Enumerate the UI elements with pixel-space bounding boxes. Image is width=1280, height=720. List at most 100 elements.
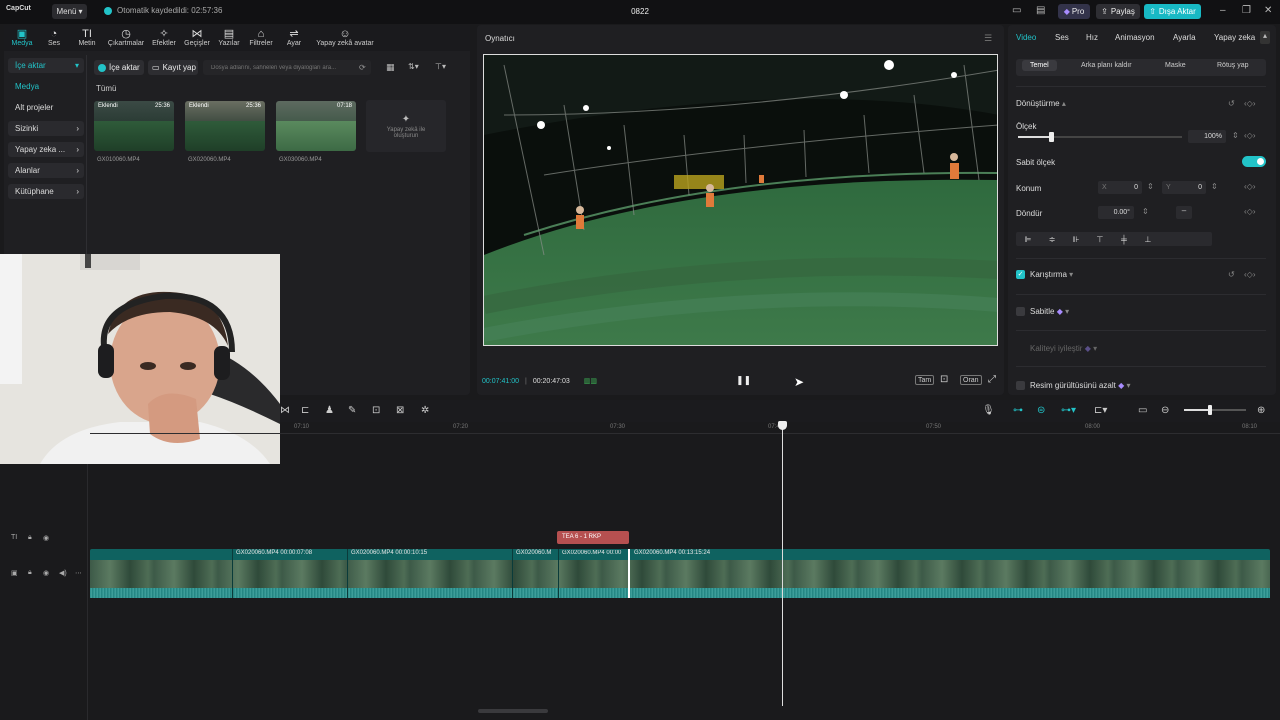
- keyframe-icon[interactable]: ‹◇›: [1244, 131, 1255, 140]
- denoise-checkbox[interactable]: [1016, 381, 1025, 390]
- tab-stickers[interactable]: ◷ Çıkartmalar: [104, 28, 148, 47]
- transform-icon[interactable]: ⊠: [396, 405, 404, 416]
- restore-icon[interactable]: ❐: [1242, 5, 1251, 16]
- keyframe-icon[interactable]: ‹◇›: [1244, 207, 1255, 216]
- share-button[interactable]: ⇪ Paylaş: [1096, 4, 1140, 19]
- lock-icon[interactable]: 🔒︎: [28, 534, 32, 542]
- pro-button[interactable]: ◆ Pro: [1058, 4, 1090, 19]
- stabilize-checkbox[interactable]: [1016, 307, 1025, 316]
- grid-view-icon[interactable]: ▦: [386, 62, 395, 73]
- nav-ai[interactable]: Yapay zeka ... ›: [8, 142, 84, 157]
- position-x-field[interactable]: X 0: [1098, 181, 1142, 194]
- subtab-basic[interactable]: Temel: [1022, 60, 1057, 71]
- record-button[interactable]: ▭ Kayıt yap: [148, 60, 198, 75]
- eye-icon[interactable]: ◉: [43, 569, 49, 577]
- close-icon[interactable]: ✕: [1264, 5, 1272, 16]
- stepper-icon[interactable]: ⇕: [1142, 207, 1149, 216]
- magnet-icon[interactable]: ⊜: [1037, 405, 1045, 416]
- panel-icon[interactable]: ▤: [1036, 5, 1045, 16]
- nav-spaces[interactable]: Alanlar ›: [8, 163, 84, 178]
- subtab-retouch[interactable]: Rötuş yap: [1217, 62, 1249, 69]
- subtab-remove-bg[interactable]: Arka planı kaldır: [1081, 62, 1132, 69]
- timeline-scrollbar[interactable]: [478, 709, 548, 713]
- zoom-slider-knob[interactable]: [1208, 405, 1212, 415]
- video-preview[interactable]: [483, 54, 998, 346]
- lock-icon[interactable]: 🔒︎: [28, 569, 32, 577]
- import-button[interactable]: İçe aktar: [94, 60, 144, 75]
- align-left-icon[interactable]: ⊫: [1016, 235, 1040, 244]
- tab-captions[interactable]: ▤ Yazılar: [216, 28, 242, 47]
- rotate-value[interactable]: 0.00°: [1098, 206, 1134, 219]
- layout-icon[interactable]: ▭: [1012, 5, 1021, 16]
- scale-value[interactable]: 100%: [1188, 130, 1226, 143]
- align-center-h-icon[interactable]: ≑: [1040, 235, 1064, 244]
- stepper-icon[interactable]: ⇕: [1211, 182, 1218, 191]
- ai-create-card[interactable]: ✦ Yapay zekâ ile oluşturun: [366, 100, 446, 152]
- auto-icon[interactable]: ✲: [421, 405, 429, 416]
- tab-transitions[interactable]: ⋈ Geçişler: [182, 28, 212, 47]
- zoom-in-icon[interactable]: ⊕: [1257, 405, 1265, 416]
- subtitle-icon[interactable]: ▭: [1138, 405, 1147, 416]
- preview-axis-icon[interactable]: ⊏▾: [1094, 405, 1107, 416]
- nav-import[interactable]: İçe aktar ▾: [8, 58, 84, 73]
- reset-icon[interactable]: ↺: [1228, 99, 1235, 108]
- media-item[interactable]: Eklendi 25:36: [185, 101, 265, 151]
- tab-audio[interactable]: ◔ Ses: [44, 28, 64, 47]
- sort-icon[interactable]: ⇅▾: [408, 62, 419, 71]
- magic-icon[interactable]: ✎: [348, 405, 356, 416]
- eye-icon[interactable]: ◉: [43, 534, 49, 542]
- scale-slider-knob[interactable]: [1048, 132, 1054, 142]
- tab-adjust[interactable]: ⇌ Ayar: [284, 28, 304, 47]
- uniform-scale-toggle[interactable]: [1242, 156, 1266, 167]
- keyframe-icon[interactable]: ‹◇›: [1244, 99, 1255, 108]
- playhead[interactable]: [782, 424, 783, 706]
- keyframe-icon[interactable]: ‹◇›: [1244, 182, 1255, 191]
- nav-library[interactable]: Kütüphane ›: [8, 184, 84, 199]
- tab-animation[interactable]: Animasyon: [1115, 33, 1155, 42]
- nav-yours[interactable]: Sizinki ›: [8, 121, 84, 136]
- keyframe-icon[interactable]: ‹◇›: [1244, 270, 1255, 279]
- align-top-icon[interactable]: ⊤: [1088, 235, 1112, 244]
- align-center-v-icon[interactable]: ╪: [1112, 235, 1136, 244]
- freeze-icon[interactable]: ♟: [325, 405, 334, 416]
- playhead-handle[interactable]: [778, 421, 787, 430]
- tab-speed[interactable]: Hız: [1086, 33, 1098, 42]
- tab-text[interactable]: TI Metin: [76, 28, 98, 47]
- hamburger-icon[interactable]: ☰: [984, 33, 992, 44]
- fullscreen-icon[interactable]: ⤢: [988, 374, 996, 385]
- export-button[interactable]: ⇧ Dışa Aktar: [1144, 4, 1201, 19]
- tab-video[interactable]: Video: [1016, 33, 1036, 42]
- selected-clip-edge[interactable]: [628, 549, 630, 598]
- align-bottom-icon[interactable]: ⊥: [1136, 235, 1160, 244]
- more-icon[interactable]: ⋯: [75, 569, 82, 577]
- ratio-button[interactable]: Oran: [960, 375, 982, 385]
- align-right-icon[interactable]: ⊪: [1064, 235, 1088, 244]
- speaker-icon[interactable]: ◀): [59, 569, 67, 577]
- split-icon[interactable]: ⋈: [280, 405, 290, 416]
- reset-icon[interactable]: ↺: [1228, 270, 1235, 279]
- position-y-field[interactable]: Y 0: [1162, 181, 1206, 194]
- tab-filters[interactable]: ⌂ Filtreler: [246, 28, 276, 47]
- media-item[interactable]: Eklendi 25:36: [94, 101, 174, 151]
- filter-icon[interactable]: ⊤▾: [435, 62, 446, 71]
- blend-checkbox[interactable]: ✓: [1016, 270, 1025, 279]
- delete-left-icon[interactable]: ⊏: [301, 405, 309, 416]
- link-icon[interactable]: ⊶▾: [1061, 405, 1076, 416]
- chevron-up-icon[interactable]: ▴: [1260, 31, 1270, 44]
- stepper-icon[interactable]: ⇕: [1232, 131, 1239, 140]
- nav-media[interactable]: Medya: [8, 79, 84, 94]
- tab-audio-props[interactable]: Ses: [1055, 33, 1069, 42]
- flip-button[interactable]: –: [1176, 206, 1192, 219]
- zoom-out-icon[interactable]: ⊖: [1161, 405, 1169, 416]
- timeline-ruler[interactable]: [90, 422, 1280, 434]
- media-item[interactable]: 07:18: [276, 101, 356, 151]
- tab-effects[interactable]: ✧ Efektler: [149, 28, 179, 47]
- media-search[interactable]: ⟳: [203, 60, 371, 75]
- refresh-icon[interactable]: ⟳: [359, 63, 366, 72]
- nav-sub-projects[interactable]: Alt projeler: [8, 100, 84, 115]
- crop-icon[interactable]: ⊡: [372, 405, 380, 416]
- search-input[interactable]: [211, 64, 359, 71]
- tab-ai-avatar[interactable]: ☺ Yapay zekâ avatar: [310, 28, 380, 47]
- microphone-icon[interactable]: 🎙: [982, 405, 995, 416]
- text-clip[interactable]: TEA 6 - 1 RKP: [557, 531, 629, 544]
